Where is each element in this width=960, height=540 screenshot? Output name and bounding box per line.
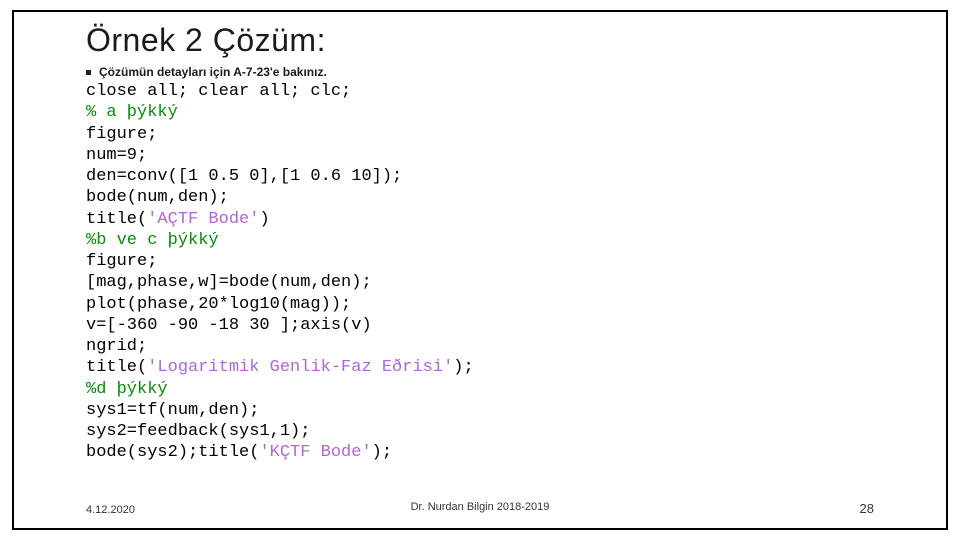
code-comment: %d þýkký bbox=[86, 380, 168, 399]
subtitle-text: Çözümün detayları için A-7-23'e bakınız. bbox=[99, 65, 327, 79]
code-line: close all; clear all; clc; bbox=[86, 82, 351, 101]
bullet-icon bbox=[86, 70, 91, 75]
code-line: plot(phase,20*log10(mag)); bbox=[86, 295, 351, 314]
code-line: figure; bbox=[86, 125, 157, 144]
code-block: close all; clear all; clc; % a þýkký fig… bbox=[86, 81, 874, 464]
code-string: 'AÇTF Bode' bbox=[147, 210, 259, 229]
code-line: sys1=tf(num,den); bbox=[86, 401, 259, 420]
code-line: [mag,phase,w]=bode(num,den); bbox=[86, 273, 372, 292]
code-comment: % a þýkký bbox=[86, 103, 178, 122]
code-line: ) bbox=[259, 210, 269, 229]
slide-content: Örnek 2 Çözüm: Çözümün detayları için A-… bbox=[14, 22, 946, 464]
slide-title: Örnek 2 Çözüm: bbox=[86, 22, 874, 59]
code-line: figure; bbox=[86, 252, 157, 271]
subtitle-row: Çözümün detayları için A-7-23'e bakınız. bbox=[86, 65, 874, 79]
code-line: v=[-360 -90 -18 30 ];axis(v) bbox=[86, 316, 372, 335]
code-string: 'KÇTF Bode' bbox=[259, 443, 371, 462]
slide-footer: 4.12.2020 Dr. Nurdan Bilgin 2018-2019 28 bbox=[86, 501, 874, 516]
code-comment: %b ve c þýkký bbox=[86, 231, 219, 250]
code-line: bode(sys2);title( bbox=[86, 443, 259, 462]
slide-frame: Örnek 2 Çözüm: Çözümün detayları için A-… bbox=[12, 10, 948, 530]
code-line: sys2=feedback(sys1,1); bbox=[86, 422, 310, 441]
code-line: ngrid; bbox=[86, 337, 147, 356]
code-line: ); bbox=[372, 443, 392, 462]
code-line: bode(num,den); bbox=[86, 188, 229, 207]
footer-author: Dr. Nurdan Bilgin 2018-2019 bbox=[86, 501, 874, 513]
code-line: title( bbox=[86, 210, 147, 229]
code-line: den=conv([1 0.5 0],[1 0.6 10]); bbox=[86, 167, 402, 186]
code-string: 'Logaritmik Genlik-Faz Eðrisi' bbox=[147, 358, 453, 377]
code-line: title( bbox=[86, 358, 147, 377]
code-line: num=9; bbox=[86, 146, 147, 165]
code-line: ); bbox=[453, 358, 473, 377]
